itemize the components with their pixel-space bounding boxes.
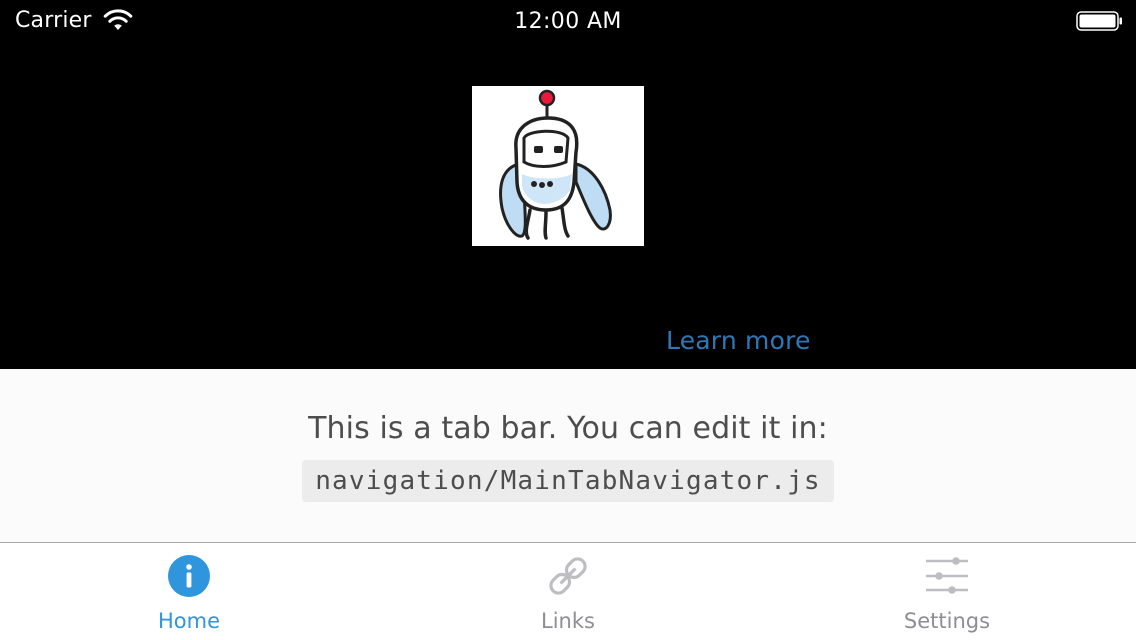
settings-sliders-icon (926, 557, 968, 594)
tab-bar-info-text: This is a tab bar. You can edit it in: (308, 411, 828, 446)
tab-home[interactable]: Home (0, 543, 378, 640)
app-screen: Carrier 12:00 AM Learn more This is a ta… (0, 0, 1136, 640)
learn-more-link[interactable]: Learn more (666, 326, 811, 355)
battery-icon (1076, 11, 1122, 31)
tab-links-label: Links (541, 609, 595, 633)
info-icon (168, 555, 210, 597)
tab-links[interactable]: Links (379, 543, 757, 640)
status-time: 12:00 AM (514, 9, 622, 34)
tab-home-label: Home (157, 609, 220, 633)
code-path-box: navigation/MainTabNavigator.js (302, 460, 834, 502)
tab-bar: Home Links Settings (0, 542, 1136, 640)
home-content: Learn more (0, 44, 1136, 369)
tab-settings-label: Settings (903, 609, 991, 633)
status-bar: Carrier 12:00 AM (0, 0, 1136, 44)
robot-logo (472, 86, 644, 246)
link-icon (549, 557, 587, 595)
robot-logo-icon (499, 89, 612, 240)
tab-settings[interactable]: Settings (758, 543, 1136, 640)
tab-bar-info: This is a tab bar. You can edit it in: n… (0, 369, 1136, 542)
code-path-text: navigation/MainTabNavigator.js (315, 466, 821, 496)
